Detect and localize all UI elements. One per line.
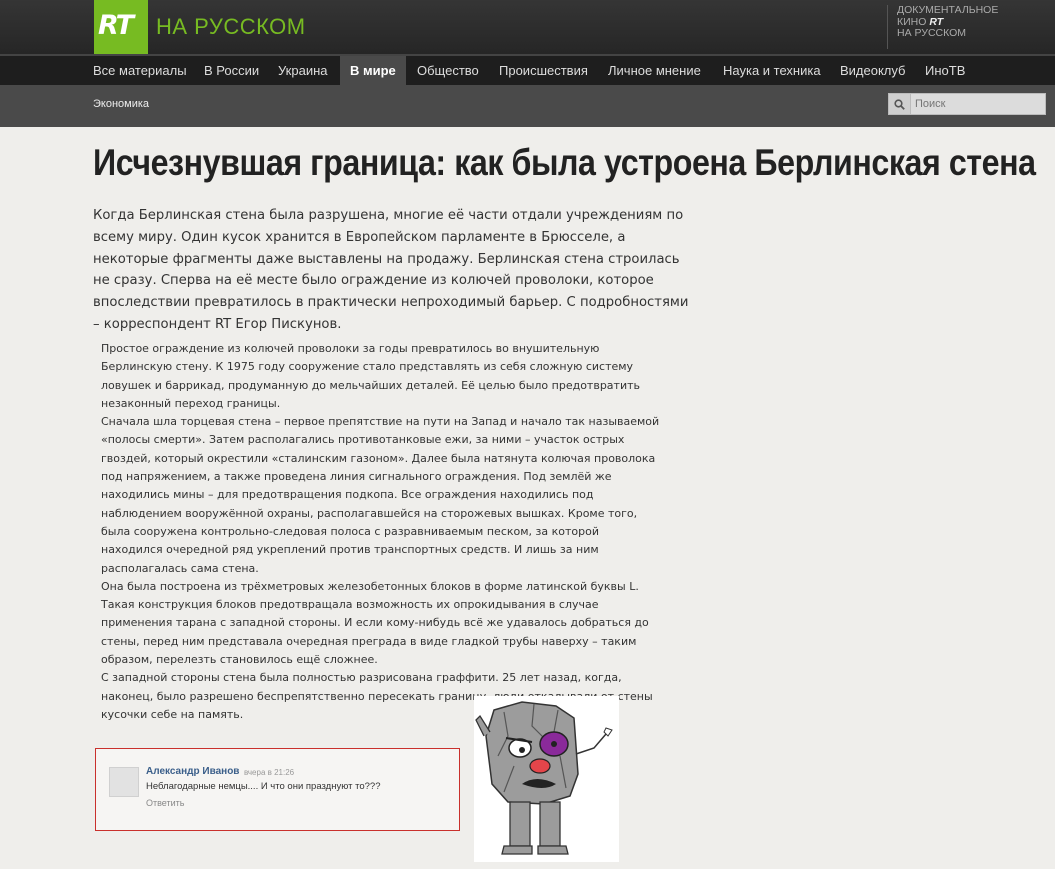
article-title: Исчезнувшая граница: как была устроена Б… [93,142,1036,183]
nav-item-society[interactable]: Общество [417,56,479,85]
comment-author[interactable]: Александр Иванов [146,766,239,777]
nav-item-russia[interactable]: В России [204,56,259,85]
comments-block: Александр Иванов вчера в 21:26 Неблагода… [95,748,460,831]
comment-time: вчера в 21:26 [244,768,295,777]
wall-cartoon-drawing [475,701,613,855]
docs-line-2-prefix: КИНО [897,15,927,28]
docs-line-3: НА РУССКОМ [897,27,967,39]
docs-rt-mark: RT [929,15,944,28]
nav-item-inotv[interactable]: ИноТВ [925,56,965,85]
article-body: Простое ограждение из колючей проволоки … [101,340,661,724]
top-header: RT НА РУССКОМ ДОКУМЕНТАЛЬНОЕ КИНО RT НА … [0,0,1055,54]
nav-item-incidents[interactable]: Происшествия [499,56,588,85]
nav-item-opinion[interactable]: Личное мнение [608,56,701,85]
comment-text: Неблагодарные немцы.... И что они праздн… [146,781,381,792]
site-logo[interactable]: RT НА РУССКОМ [94,0,306,54]
search-icon [894,98,905,110]
article-lead: Когда Берлинская стена была разрушена, м… [93,208,689,332]
search-input[interactable] [911,94,1041,114]
sub-nav: Экономика [0,85,1055,127]
rt-logo-mark: RT [94,0,148,54]
subnav-item-economy[interactable]: Экономика [93,98,149,110]
article-paragraph: Сначала шла торцевая стена – первое преп… [101,415,660,575]
nav-item-all[interactable]: Все материалы [93,56,187,85]
avatar [109,767,139,797]
article-paragraph: Простое ограждение из колючей проволоки … [101,342,640,410]
comment-item: Александр Иванов вчера в 21:26 Неблагода… [109,765,449,820]
search-button[interactable] [889,94,911,114]
search-box [888,93,1046,115]
article-paragraph: Она была построена из трёхметровых желез… [101,579,649,667]
wall-cartoon-illustration [474,696,619,862]
logo-text: НА РУССКОМ [156,14,306,39]
rt-logo-letters: RT [98,10,134,41]
nav-item-ukraine[interactable]: Украина [278,56,328,85]
nav-item-videoclub[interactable]: Видеоклуб [840,56,906,85]
main-nav: Все материалы В России Украина В мире Об… [0,54,1055,85]
nav-item-science[interactable]: Наука и техника [723,56,821,85]
documentary-link[interactable]: ДОКУМЕНТАЛЬНОЕ КИНО RT НА РУССКОМ [887,4,998,49]
nav-item-world[interactable]: В мире [340,56,406,85]
reply-link[interactable]: Ответить [146,798,184,808]
